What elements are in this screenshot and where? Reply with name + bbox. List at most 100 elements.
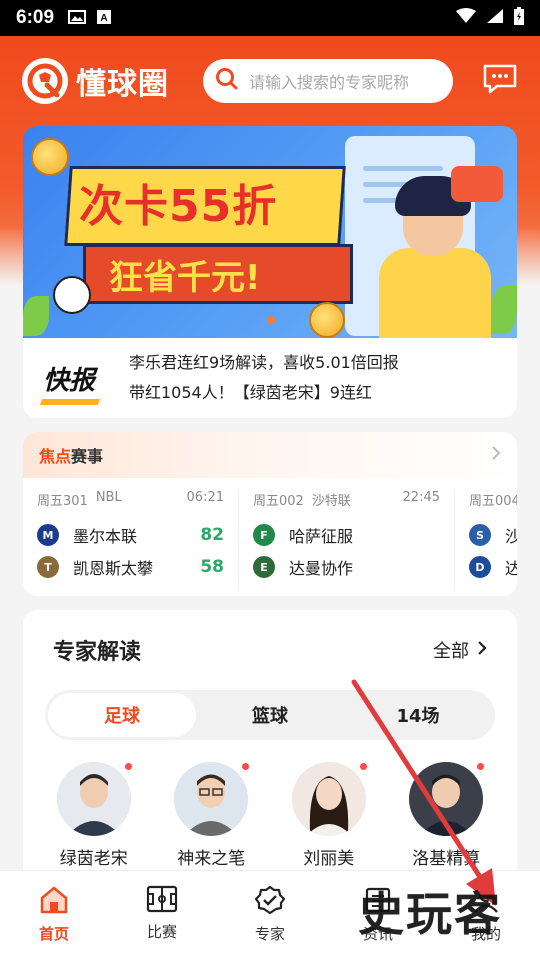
receipt-line (363, 166, 443, 171)
match-list: 周五301 NBL 06:21 M 墨尔本联 82 T 凯恩斯太攀 58 周五0… (23, 478, 517, 590)
match-league: NBL (95, 490, 122, 505)
expert-item[interactable]: 洛基精算 (388, 762, 506, 869)
text-notification-icon: A (96, 9, 112, 28)
app-name: 懂球圈 (76, 67, 169, 102)
logo-ball-icon (22, 58, 68, 104)
match-code: 周五002 (253, 494, 304, 509)
match-time: 22:45 (402, 490, 440, 505)
person-illustration (379, 248, 491, 338)
news-ticker[interactable]: 快报 李乐君连红9场解读，喜收5.01倍回报 带红1054人！【绿茵老宋】9连红 (23, 338, 517, 418)
news-badge-label: 快报 (42, 365, 95, 396)
team-logo-icon: T (37, 556, 59, 578)
tab-14-matches[interactable]: 14场 (344, 693, 492, 737)
match-code: 周五004 (469, 494, 517, 509)
expert-name: 刘丽美 (303, 849, 355, 869)
app-logo: 懂球圈 (22, 58, 169, 104)
watermark-text: 史玩客 (358, 887, 502, 941)
focus-title: 焦点赛事 (39, 443, 103, 467)
live-indicator (123, 762, 133, 771)
avatar (56, 762, 131, 836)
match-card[interactable]: 周五002 沙特联 22:45 F 哈萨征服 E 达曼协作 (239, 490, 455, 590)
carousel-indicator (267, 316, 275, 324)
banner-subline: 狂省千元! (109, 258, 261, 298)
gallery-notification-icon (68, 9, 87, 28)
match-code: 周五301 (37, 494, 88, 509)
team-name: 达曼协作 (289, 559, 354, 578)
match-meta: 周五002 沙特联 22:45 (253, 490, 440, 509)
team-logo-icon: E (253, 556, 275, 578)
focus-title-accent: 焦点 (39, 447, 72, 466)
focus-matches: 焦点赛事 周五301 NBL 06:21 M 墨尔本联 82 T 凯恩斯太攀 5… (23, 432, 517, 596)
sport-tabs: 足球 篮球 14场 (45, 690, 495, 740)
match-card[interactable]: 周五004 S 沙 D 达 (455, 490, 517, 590)
nav-home[interactable]: 首页 (0, 871, 108, 960)
team-logo-icon: M (37, 524, 59, 546)
focus-header[interactable]: 焦点赛事 (23, 432, 517, 478)
top-bar: 懂球圈 请输入搜索的专家昵称 (0, 36, 540, 126)
team-name: 沙 (505, 527, 517, 546)
signal-icon (486, 8, 504, 29)
expert-item[interactable]: 神来之笔 (153, 762, 271, 869)
section-title: 专家解读 (53, 640, 142, 665)
promo-banner[interactable]: 次卡55折 狂省千元! (23, 126, 517, 338)
avatar (174, 762, 249, 836)
match-time: 06:21 (186, 490, 224, 505)
tab-basketball[interactable]: 篮球 (196, 693, 344, 737)
nav-label: 专家 (254, 925, 285, 943)
pitch-icon (146, 885, 178, 917)
team-row: F 哈萨征服 (253, 519, 440, 551)
view-all-link[interactable]: 全部 (433, 637, 487, 663)
nav-label: 首页 (38, 925, 69, 943)
search-icon (215, 67, 239, 95)
news-badge: 快报 (23, 360, 115, 405)
nav-experts[interactable]: 专家 (216, 871, 324, 960)
live-indicator (241, 762, 251, 771)
team-score: 58 (200, 557, 224, 577)
expert-name: 洛基精算 (412, 849, 481, 869)
news-text: 李乐君连红9场解读，喜收5.01倍回报 带红1054人！【绿茵老宋】9连红 (115, 348, 399, 408)
status-bar: 6:09 A (0, 0, 540, 36)
chat-bubble-illustration (451, 166, 503, 202)
avatar (291, 762, 366, 836)
match-meta: 周五004 (469, 490, 517, 509)
expert-header: 专家解读 全部 (23, 610, 517, 690)
battery-icon (514, 6, 524, 30)
avatar (409, 762, 484, 836)
expert-item[interactable]: 刘丽美 (270, 762, 388, 869)
message-button[interactable] (482, 64, 518, 97)
team-logo-icon: D (469, 556, 491, 578)
team-logo-icon: F (253, 524, 275, 546)
live-indicator (476, 762, 486, 771)
focus-title-rest: 赛事 (71, 447, 104, 466)
team-row: E 达曼协作 (253, 551, 440, 583)
wifi-icon (456, 7, 476, 29)
tab-football[interactable]: 足球 (48, 693, 196, 737)
search-input[interactable]: 请输入搜索的专家昵称 (203, 59, 453, 103)
team-name: 达 (505, 559, 517, 578)
nav-matches[interactable]: 比赛 (108, 871, 216, 960)
expert-item[interactable]: 绿茵老宋 (35, 762, 153, 869)
news-line: 李乐君连红9场解读，喜收5.01倍回报 (129, 353, 399, 372)
team-row: T 凯恩斯太攀 58 (37, 551, 224, 583)
svg-text:A: A (100, 13, 107, 24)
avatar-wrapper (56, 762, 133, 836)
match-card[interactable]: 周五301 NBL 06:21 M 墨尔本联 82 T 凯恩斯太攀 58 (23, 490, 239, 590)
avatar-wrapper (409, 762, 486, 836)
leaf-decoration (23, 296, 49, 336)
news-badge-underline (39, 398, 101, 405)
team-logo-icon: S (469, 524, 491, 546)
news-line: 带红1054人！【绿茵老宋】9连红 (129, 383, 372, 402)
team-name: 墨尔本联 (73, 527, 138, 546)
avatar-wrapper (291, 762, 368, 836)
coin-icon (31, 138, 69, 176)
status-time: 6:09 (16, 7, 55, 28)
team-name: 凯恩斯太攀 (73, 559, 154, 578)
match-league: 沙特联 (311, 494, 351, 509)
expert-section: 专家解读 全部 足球 篮球 14场 绿茵老宋 神来之笔 刘丽美 洛基精算 (23, 610, 517, 872)
home-icon (39, 885, 69, 919)
expert-name: 绿茵老宋 (59, 849, 128, 869)
team-row: M 墨尔本联 82 (37, 519, 224, 551)
chevron-right-icon[interactable] (491, 445, 501, 466)
nav-label: 比赛 (146, 923, 177, 941)
coin-icon (309, 302, 345, 338)
